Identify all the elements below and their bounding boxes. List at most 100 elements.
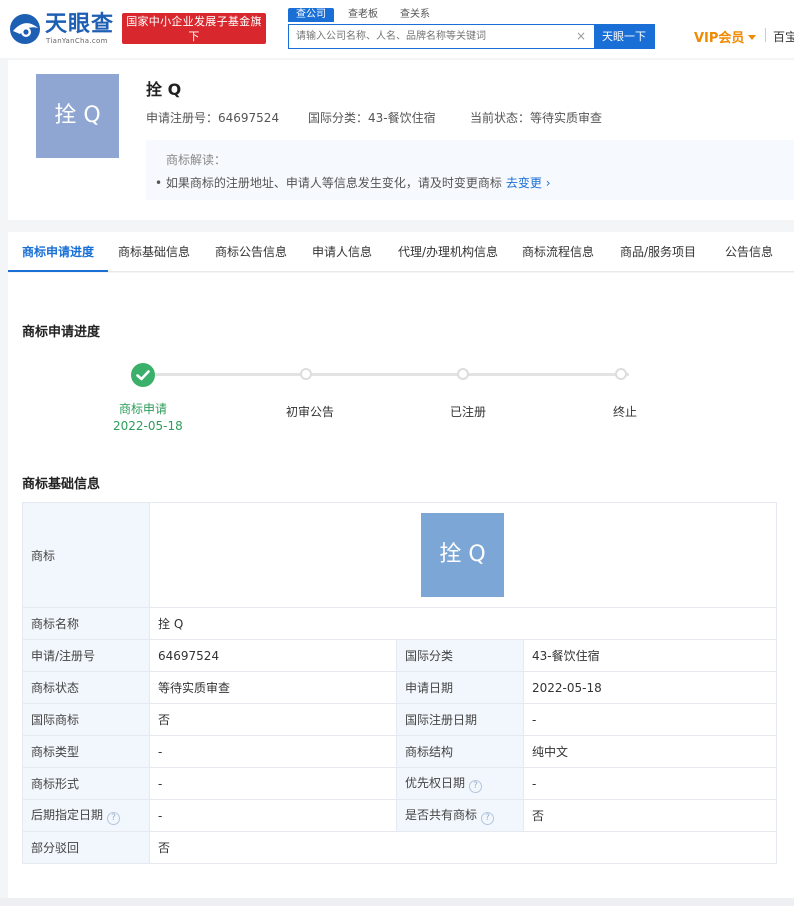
note-heading: 商标解读： [166, 153, 227, 167]
table-value: 等待实质审查 [149, 671, 397, 704]
table-value: 64697524 [149, 639, 397, 672]
table-key: 国际注册日期 [396, 703, 524, 736]
step-2-marker [300, 368, 312, 380]
help-icon[interactable]: ? [107, 812, 121, 825]
trademark-image: 拴 Q [421, 513, 504, 597]
search-tab-company[interactable]: 查公司 [288, 8, 334, 22]
search-input[interactable] [296, 25, 576, 48]
main-content: 商标申请进度 商标申请 2022-05-18 初审公告 已注册 终止 商标基础信… [8, 273, 794, 898]
step-4-label: 终止 [613, 405, 638, 419]
international-class: 国际分类：43-餐饮住宿 [308, 111, 436, 125]
tab-agency-info[interactable]: 代理/办理机构信息 [398, 232, 498, 272]
search-box: × 天眼一下 [288, 24, 655, 49]
table-key-label: 是否共有商标 [405, 808, 478, 822]
table-key-with-help: 后期指定日期? [22, 799, 150, 832]
trademark-interpretation: 商标解读： • 如果商标的注册地址、申请人等信息发生变化，请及时变更商标 去变更 … [146, 140, 794, 200]
table-value: 2022-05-18 [523, 671, 777, 704]
tab-application-progress[interactable]: 商标申请进度 [8, 232, 109, 272]
tab-announcement-info[interactable]: 商标公告信息 [215, 232, 287, 272]
current-status: 当前状态：等待实质审查 [470, 111, 603, 125]
table-row: 商标名称 拴 Q [22, 607, 777, 640]
table-row: 商标状态 等待实质审查 申请日期 2022-05-18 [22, 671, 777, 704]
help-icon[interactable]: ? [469, 780, 483, 793]
table-row: 商标形式 - 优先权日期? - [22, 767, 777, 800]
step-2-label: 初审公告 [286, 405, 335, 419]
step-1-marker [131, 363, 155, 387]
page-footer-strip [0, 898, 794, 906]
logo-text: 天眼查 [45, 12, 115, 37]
check-icon [136, 370, 150, 381]
table-value: 拴 Q [149, 607, 777, 640]
table-row: 申请/注册号 64697524 国际分类 43-餐饮住宿 [22, 639, 777, 672]
table-value: 43-餐饮住宿 [523, 639, 777, 672]
search-tab-relation[interactable]: 查关系 [392, 8, 438, 22]
table-key: 商标类型 [22, 735, 150, 768]
table-key: 商标结构 [396, 735, 524, 768]
section-tabs: 商标申请进度 商标基础信息 商标公告信息 申请人信息 代理/办理机构信息 商标流… [8, 232, 794, 272]
table-key: 商标 [22, 502, 150, 608]
trademark-header-card: 拴 Q 拴 Q 申请注册号：64697524 国际分类：43-餐饮住宿 当前状态… [8, 60, 794, 220]
progress-title: 商标申请进度 [22, 325, 101, 340]
table-key: 申请日期 [396, 671, 524, 704]
table-key-label: 优先权日期 [405, 776, 466, 790]
badge-line-1: 国家中小企业发展子基金旗下 [126, 15, 262, 43]
tab-basic-info[interactable]: 商标基础信息 [118, 232, 190, 272]
table-value: 否 [149, 831, 777, 864]
trademark-thumbnail: 拴 Q [36, 74, 119, 158]
table-key-with-help: 是否共有商标? [396, 799, 524, 832]
table-key: 申请/注册号 [22, 639, 150, 672]
table-row: 部分驳回 否 [22, 831, 777, 864]
step-1-label: 商标申请 [119, 402, 168, 416]
tab-notices[interactable]: 公告信息 [725, 232, 773, 272]
table-key: 商标形式 [22, 767, 150, 800]
table-key: 国际分类 [396, 639, 524, 672]
vip-menu[interactable]: VIP会员 [694, 27, 757, 46]
table-key: 商标名称 [22, 607, 150, 640]
table-value: - [149, 767, 397, 800]
table-value: 拴 Q [149, 502, 777, 608]
progress-track [151, 373, 629, 376]
note-line: • 如果商标的注册地址、申请人等信息发生变化，请及时变更商标 去变更 › [155, 174, 551, 191]
badge-line-2: 官方备案企业征信机构 [129, 45, 259, 58]
help-icon[interactable]: ? [481, 812, 495, 825]
divider [765, 28, 766, 42]
tab-process-info[interactable]: 商标流程信息 [522, 232, 594, 272]
table-row: 商标 拴 Q [22, 502, 777, 608]
baike-link[interactable]: 百宝 [773, 28, 794, 45]
step-4-marker [615, 368, 627, 380]
table-value: - [523, 703, 777, 736]
tianyancha-logo[interactable]: 天眼查 TianYanCha.com [8, 12, 116, 46]
table-row: 后期指定日期? - 是否共有商标? 否 [22, 799, 777, 832]
clear-icon[interactable]: × [576, 25, 586, 48]
step-3-marker [457, 368, 469, 380]
tab-applicant-info[interactable]: 申请人信息 [312, 232, 372, 272]
tab-goods-services[interactable]: 商品/服务项目 [620, 232, 696, 272]
table-row: 国际商标 否 国际注册日期 - [22, 703, 777, 736]
table-value: - [149, 799, 397, 832]
search-button[interactable]: 天眼一下 [594, 25, 654, 48]
table-value: 纯中文 [523, 735, 777, 768]
logo-subtext: TianYanCha.com [46, 37, 108, 45]
top-bar: 天眼查 TianYanCha.com 国家中小企业发展子基金旗下 官方备案企业征… [0, 0, 794, 58]
eye-logo-icon [10, 14, 40, 44]
caret-down-icon [748, 35, 757, 40]
change-link[interactable]: 去变更 › [506, 176, 551, 190]
table-key: 国际商标 [22, 703, 150, 736]
search-area: 查公司 查老板 查关系 × 天眼一下 [288, 8, 656, 49]
basic-info-table: 商标 拴 Q 商标名称 拴 Q 申请/注册号 64697524 国际分类 43-… [22, 502, 777, 864]
vip-label: VIP会员 [694, 31, 745, 46]
trademark-name: 拴 Q [146, 80, 182, 99]
official-badge: 国家中小企业发展子基金旗下 官方备案企业征信机构 [122, 13, 266, 58]
step-3-label: 已注册 [450, 405, 487, 419]
search-tab-boss[interactable]: 查老板 [340, 8, 386, 22]
table-key: 商标状态 [22, 671, 150, 704]
table-value: - [523, 767, 777, 800]
registration-number: 申请注册号：64697524 [146, 111, 280, 125]
search-tabs: 查公司 查老板 查关系 [288, 8, 444, 22]
table-row: 商标类型 - 商标结构 纯中文 [22, 735, 777, 768]
table-key-label: 后期指定日期 [31, 808, 104, 822]
table-value: 否 [523, 799, 777, 832]
table-value: - [149, 735, 397, 768]
basic-info-title: 商标基础信息 [22, 477, 101, 492]
step-1-date: 2022-05-18 [113, 419, 183, 433]
